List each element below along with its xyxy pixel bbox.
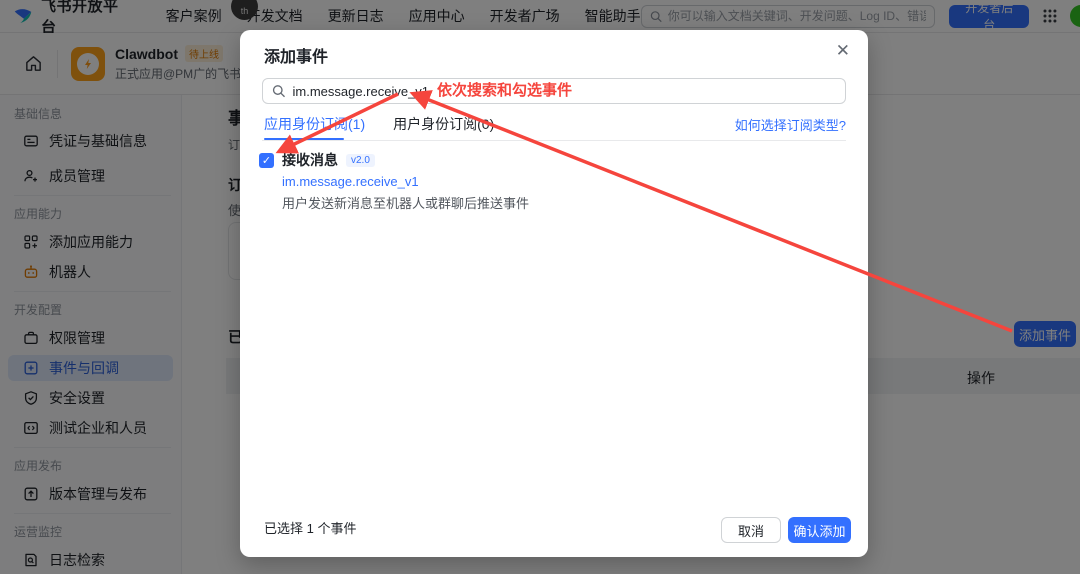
search-icon [272, 84, 285, 98]
tab-user-subscription[interactable]: 用户身份订阅(0) [393, 114, 494, 134]
event-version-badge: v2.0 [346, 154, 375, 167]
divider [262, 140, 846, 141]
modal-title: 添加事件 [264, 43, 328, 67]
add-event-modal: 添加事件 ✕ 应用身份订阅(1) 用户身份订阅(0) 如何选择订阅类型? ✓ 接… [240, 30, 868, 557]
close-icon[interactable]: ✕ [836, 41, 850, 61]
event-key-link[interactable]: im.message.receive_v1 [282, 174, 529, 189]
active-tab-underline [264, 138, 344, 140]
event-list-item: ✓ 接收消息 v2.0 im.message.receive_v1 用户发送新消… [259, 150, 529, 212]
subscription-tabs: 应用身份订阅(1) 用户身份订阅(0) [264, 114, 494, 134]
tab-app-subscription[interactable]: 应用身份订阅(1) [264, 114, 365, 134]
screen: 飞书开放平台 客户案例 开发文档 更新日志 应用中心 开发者广场 智能助手 开发… [0, 0, 1080, 574]
event-search-box[interactable] [262, 78, 846, 104]
cancel-button[interactable]: 取消 [721, 517, 781, 543]
confirm-add-button[interactable]: 确认添加 [788, 517, 851, 543]
event-checkbox[interactable]: ✓ [259, 153, 274, 168]
event-search-input[interactable] [292, 84, 836, 99]
event-name: 接收消息 [282, 150, 338, 170]
event-description: 用户发送新消息至机器人或群聊后推送事件 [282, 193, 529, 212]
help-link[interactable]: 如何选择订阅类型? [735, 115, 846, 134]
selected-count: 已选择 1 个事件 [264, 518, 356, 537]
